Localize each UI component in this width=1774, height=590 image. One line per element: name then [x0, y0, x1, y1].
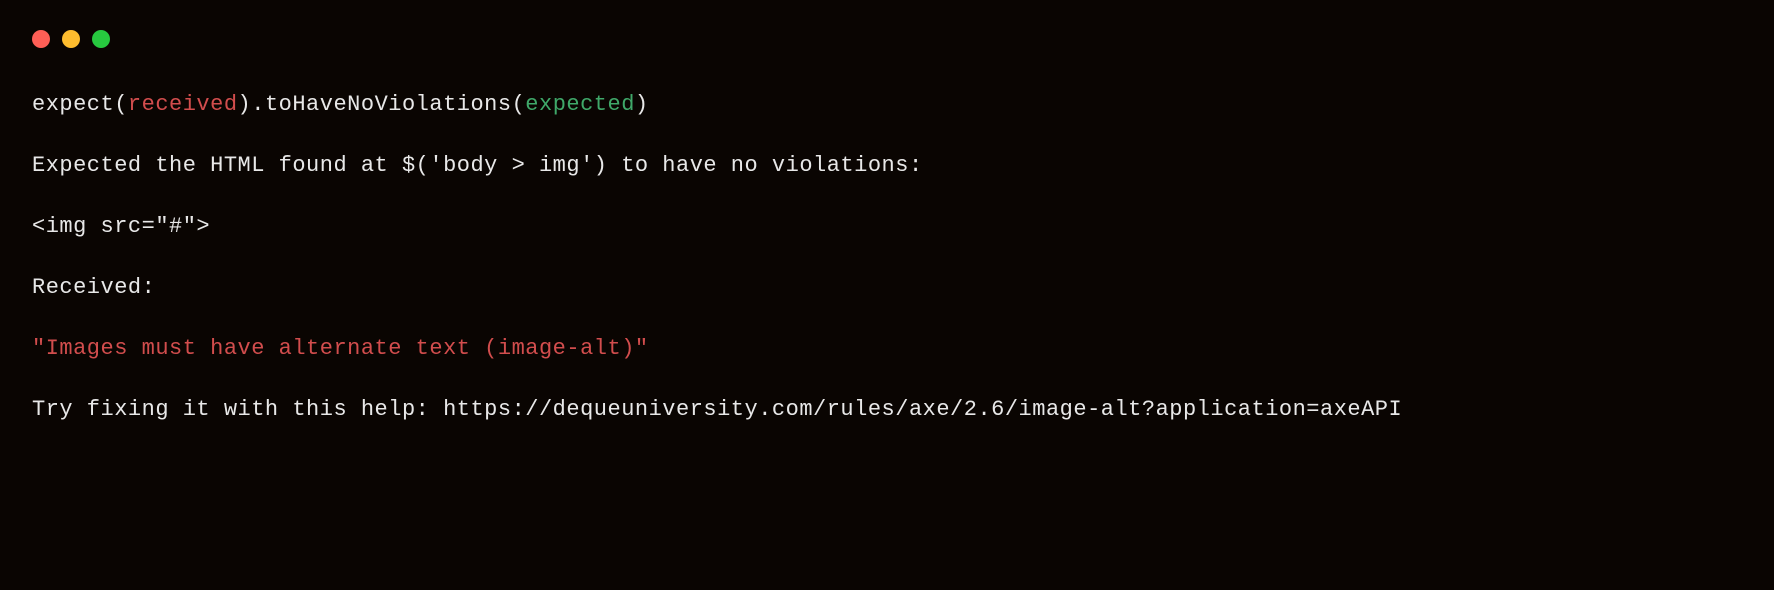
expected-text: expected — [525, 92, 635, 117]
help-link-line: Try fixing it with this help: https://de… — [32, 393, 1742, 426]
text-part: expect( — [32, 92, 128, 117]
terminal-output: expect(received).toHaveNoViolations(expe… — [32, 88, 1742, 426]
window-controls — [32, 30, 1742, 48]
maximize-icon[interactable] — [92, 30, 110, 48]
assertion-line: expect(received).toHaveNoViolations(expe… — [32, 88, 1742, 121]
close-icon[interactable] — [32, 30, 50, 48]
violation-message: "Images must have alternate text (image-… — [32, 332, 1742, 365]
html-snippet: <img src="#"> — [32, 210, 1742, 243]
received-label: Received: — [32, 271, 1742, 304]
expected-description: Expected the HTML found at $('body > img… — [32, 149, 1742, 182]
minimize-icon[interactable] — [62, 30, 80, 48]
received-text: received — [128, 92, 238, 117]
text-part: ) — [635, 92, 649, 117]
text-part: ).toHaveNoViolations( — [238, 92, 526, 117]
